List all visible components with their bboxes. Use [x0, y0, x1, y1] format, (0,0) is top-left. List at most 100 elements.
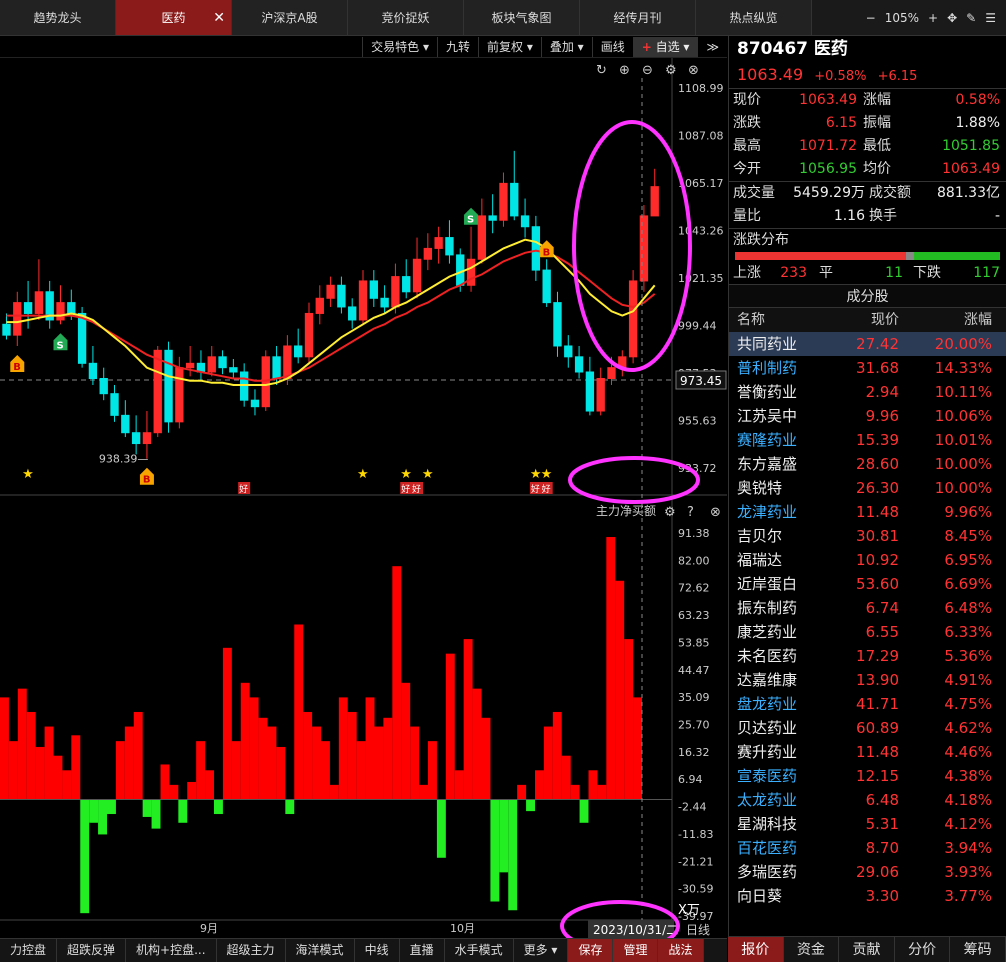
list-item[interactable]: 共同药业 27.42 20.00%	[729, 332, 1006, 356]
strategy-tab[interactable]: 海洋模式	[286, 939, 355, 962]
list-item[interactable]: 龙津药业 11.48 9.96%	[729, 500, 1006, 524]
zoom-out-button[interactable]: −	[866, 11, 876, 25]
help-icon[interactable]: ?	[687, 505, 694, 520]
save-button[interactable]: 保存	[568, 939, 614, 962]
overlay-dropdown[interactable]: 叠加 ▾	[540, 36, 592, 57]
candle-body	[218, 356, 227, 369]
tab-chips[interactable]: 筹码	[950, 937, 1006, 962]
list-item[interactable]: 吉贝尔 30.81 8.45%	[729, 524, 1006, 548]
y-tick-label: 999.44	[678, 320, 717, 333]
list-item[interactable]: 誉衡药业 2.94 10.11%	[729, 380, 1006, 404]
chart-toolbar: 交易特色 ▾ 九转 前复权 ▾ 叠加 ▾ 画线 + 自选 ▾ ≫	[0, 36, 727, 58]
net-buy-bar	[240, 682, 250, 800]
list-item[interactable]: 多瑞医药 29.06 3.93%	[729, 860, 1006, 884]
chart-area[interactable]: ↻ ⊕ ⊖ ⚙ ⊗1108.991087.081065.171043.261021.35…	[0, 58, 727, 938]
refresh-icon[interactable]: ↻	[596, 63, 607, 78]
list-item[interactable]: 赛升药业 11.48 4.46%	[729, 740, 1006, 764]
list-item[interactable]: 赛隆药业 15.39 10.01%	[729, 428, 1006, 452]
draw-line-button[interactable]: 画线	[591, 36, 633, 57]
tab-funds[interactable]: 资金	[784, 937, 840, 962]
list-item[interactable]: 向日葵 3.30 3.77%	[729, 884, 1006, 908]
strategy-tab[interactable]: 水手模式	[445, 939, 514, 962]
list-item[interactable]: 太龙药业 6.48 4.18%	[729, 788, 1006, 812]
list-item[interactable]: 普利制药 31.68 14.33%	[729, 356, 1006, 380]
stock-change: 8.45%	[944, 527, 992, 545]
tab-contribution[interactable]: 贡献	[839, 937, 895, 962]
stock-price: 60.89	[856, 719, 899, 737]
stock-name: 太龙药业	[737, 791, 798, 809]
tab-quote[interactable]: 报价	[728, 937, 784, 962]
tab-hotspots[interactable]: 热点纵览	[696, 0, 812, 35]
expand-icon[interactable]: ≫	[697, 36, 727, 57]
net-buy-bar	[285, 799, 295, 815]
strategy-tab[interactable]: 直播	[400, 939, 445, 962]
pencil-icon[interactable]: ✎	[966, 11, 976, 25]
list-item[interactable]: 福瑞达 10.92 6.95%	[729, 548, 1006, 572]
list-item[interactable]: 盘龙药业 41.71 4.75%	[729, 692, 1006, 716]
zoom-out-icon[interactable]: ⊖	[642, 63, 653, 78]
trade-feature-dropdown[interactable]: 交易特色 ▾	[362, 36, 437, 57]
list-item[interactable]: 东方嘉盛 28.60 10.00%	[729, 452, 1006, 476]
tab-auction[interactable]: 竞价捉妖	[348, 0, 464, 35]
zoom-in-button[interactable]: +	[928, 11, 938, 25]
list-item[interactable]: 百花医药 8.70 3.94%	[729, 836, 1006, 860]
list-item[interactable]: 近岸蛋白 53.60 6.69%	[729, 572, 1006, 596]
favorite-button[interactable]: + 自选 ▾	[632, 36, 698, 57]
close-icon[interactable]: ⊗	[710, 505, 721, 520]
list-item[interactable]: 振东制药 6.74 6.48%	[729, 596, 1006, 620]
close-icon[interactable]: ⊗	[688, 63, 699, 78]
more-dropdown[interactable]: 更多 ▾	[514, 939, 569, 962]
net-buy-bar	[115, 741, 125, 800]
net-buy-chart[interactable]: 主力净买额 ⚙? ⊗91.38 82.00 72.62 63.23 53.85 44.47 35…	[0, 504, 721, 938]
list-item[interactable]: 达嘉维康 13.90 4.91%	[729, 668, 1006, 692]
list-item[interactable]: 宣泰医药 12.15 4.38%	[729, 764, 1006, 788]
strategy-tab[interactable]: 中线	[355, 939, 400, 962]
tab-a-shares[interactable]: 沪深京A股	[232, 0, 348, 35]
gear-icon[interactable]: ⚙	[664, 505, 676, 520]
y-tick-label: 1087.08	[678, 130, 724, 143]
manage-button[interactable]: 管理	[613, 939, 659, 962]
net-buy-bar	[71, 735, 81, 800]
strategy-tab[interactable]: 超级主力	[217, 939, 286, 962]
net-buy-bar	[303, 711, 313, 800]
tab-pharma[interactable]: 医药 ✕	[116, 0, 232, 35]
strategy-tab[interactable]: 力控盘	[0, 939, 58, 962]
tab-trend-leader[interactable]: 趋势龙头	[0, 0, 116, 35]
menu-icon[interactable]: ☰	[985, 11, 996, 25]
zoom-in-icon[interactable]: ⊕	[619, 63, 630, 78]
list-item[interactable]: 奥锐特 26.30 10.00%	[729, 476, 1006, 500]
tactics-button[interactable]: 战法	[658, 939, 704, 962]
flat-label: 平	[819, 265, 833, 281]
quote-panel: 870467 医药 1063.49 +0.58% +6.15 现价 1063.49…	[728, 36, 1006, 962]
stock-change: 3.93%	[944, 863, 992, 881]
stock-price: 53.60	[856, 575, 899, 593]
close-icon[interactable]: ✕	[213, 10, 225, 26]
header-name[interactable]: 名称	[729, 308, 829, 332]
list-item[interactable]: 江苏吴中 9.96 10.06%	[729, 404, 1006, 428]
strategy-tab[interactable]: 机构+控盘...	[126, 939, 217, 962]
header-price[interactable]: 现价	[829, 308, 899, 332]
gear-icon[interactable]: ⚙	[665, 63, 677, 78]
nine-turn-button[interactable]: 九转	[436, 36, 478, 57]
adjust-dropdown[interactable]: 前复权 ▾	[478, 36, 541, 57]
volume-value: 5459.29万	[793, 185, 865, 201]
header-change[interactable]: 涨幅	[899, 308, 1006, 332]
move-icon[interactable]: ✥	[947, 11, 957, 25]
tab-price-dist[interactable]: 分价	[895, 937, 951, 962]
period-label[interactable]: 日线	[686, 923, 710, 937]
tab-monthly[interactable]: 经传月刊	[580, 0, 696, 35]
signal-label: S	[57, 340, 64, 351]
plus-icon: +	[641, 39, 652, 54]
tab-sector-weather[interactable]: 板块气象图	[464, 0, 580, 35]
strategy-tab[interactable]: 超跌反弹	[57, 939, 127, 962]
volume-row: 成交量 5459.29万 成交额 881.33亿	[729, 182, 1006, 205]
list-item[interactable]: 未名医药 17.29 5.36%	[729, 644, 1006, 668]
stock-price: 29.06	[856, 863, 899, 881]
list-item[interactable]: 星湖科技 5.31 4.12%	[729, 812, 1006, 836]
candle-body	[207, 356, 216, 373]
list-item[interactable]: 贝达药业 60.89 4.62%	[729, 716, 1006, 740]
y-tick-label: 53.85	[678, 636, 710, 649]
stock-name: 共同药业	[737, 335, 798, 353]
stock-name: 龙津药业	[737, 503, 798, 521]
list-item[interactable]: 康芝药业 6.55 6.33%	[729, 620, 1006, 644]
